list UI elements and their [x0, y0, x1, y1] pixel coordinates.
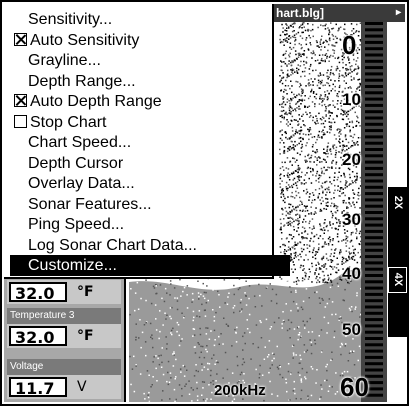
checked-box-icon[interactable]: [14, 94, 27, 107]
unchecked-box-icon[interactable]: [14, 114, 27, 128]
depth-label-40: 40: [342, 264, 361, 283]
menu-item-auto-depth-range[interactable]: Auto Depth Range: [10, 91, 272, 112]
menu-item-label: Depth Cursor: [28, 154, 124, 172]
menu-item-label: Stop Chart: [30, 113, 107, 131]
menu-item-stop-chart[interactable]: Stop Chart: [10, 112, 272, 133]
menu-item-grayline[interactable]: Grayline...: [10, 50, 290, 71]
depth-label-30: 30: [342, 210, 361, 229]
zoom-bar[interactable]: 2X 4X: [388, 187, 407, 337]
menu-item-customize[interactable]: Customize...: [10, 255, 290, 276]
overlay-data-panel: 32.0 °F Temperature 3 32.0 °F Voltage 11…: [4, 277, 126, 402]
temperature-3-label: Temperature 3: [7, 308, 121, 324]
menu-item-overlay-data[interactable]: Overlay Data...: [10, 173, 290, 194]
voltage-value: 11.7: [9, 377, 67, 398]
depth-label-60: 60: [340, 372, 369, 402]
zoom-2x-tag[interactable]: 2X: [388, 196, 407, 209]
menu-item-label: Overlay Data...: [28, 175, 135, 192]
menu-item-log-sonar-chart-data[interactable]: Log Sonar Chart Data...: [10, 235, 290, 256]
depth-label-20: 20: [342, 150, 361, 169]
menu-item-chart-speed[interactable]: Chart Speed...: [10, 132, 290, 153]
menu-item-ping-speed[interactable]: Ping Speed...: [10, 214, 290, 235]
voltage-label: Voltage: [7, 359, 121, 375]
temperature-2-box: 32.0 °F: [7, 280, 121, 304]
voltage-unit: V: [77, 379, 87, 395]
temperature-3-unit: °F: [77, 328, 94, 344]
menu-item-auto-sensitivity[interactable]: Auto Sensitivity: [10, 30, 272, 51]
menu-item-label: Ping Speed...: [28, 216, 125, 233]
menu-item-label: Sensitivity...: [28, 11, 113, 28]
menu-item-label: Log Sonar Chart Data...: [28, 236, 197, 254]
sonar-screen: hart.blg] ▸ 0 10 20 30 40 50 60 200kHz 2…: [0, 0, 409, 406]
menu-item-label: Auto Sensitivity: [30, 31, 140, 49]
zoom-4x-tag[interactable]: 4X: [388, 267, 407, 293]
menu-item-label: Sonar Features...: [28, 195, 152, 213]
temperature-3-box: Temperature 3 32.0 °F: [7, 308, 121, 348]
menu-item-label: Grayline...: [28, 52, 101, 69]
depth-label-0: 0: [342, 30, 357, 60]
menu-item-label: Chart Speed...: [28, 134, 132, 151]
depth-label-50: 50: [342, 320, 361, 339]
menu-item-sensitivity[interactable]: Sensitivity...: [10, 9, 290, 30]
menu-item-sonar-features[interactable]: Sonar Features...: [10, 194, 290, 215]
checked-box-icon[interactable]: [14, 32, 27, 46]
chart-options-menu: Sensitivity... Auto Sensitivity Grayline..…: [4, 4, 290, 279]
menu-item-depth-range[interactable]: Depth Range...: [10, 71, 290, 92]
frequency-label: 200kHz: [214, 382, 266, 399]
scroll-right-arrow-icon: ▸: [395, 7, 401, 18]
menu-item-label: Customize...: [28, 257, 117, 274]
temperature-2-unit: °F: [77, 284, 94, 300]
temperature-3-value: 32.0: [9, 326, 67, 347]
menu-item-label: Depth Range...: [28, 72, 136, 90]
temperature-2-value: 32.0: [9, 282, 67, 303]
chart-title-bar: hart.blg] ▸: [274, 4, 405, 22]
menu-item-label: Auto Depth Range: [30, 93, 162, 110]
voltage-box: Voltage 11.7 V: [7, 359, 121, 399]
menu-item-depth-cursor[interactable]: Depth Cursor: [10, 153, 290, 174]
depth-label-10: 10: [342, 90, 361, 109]
